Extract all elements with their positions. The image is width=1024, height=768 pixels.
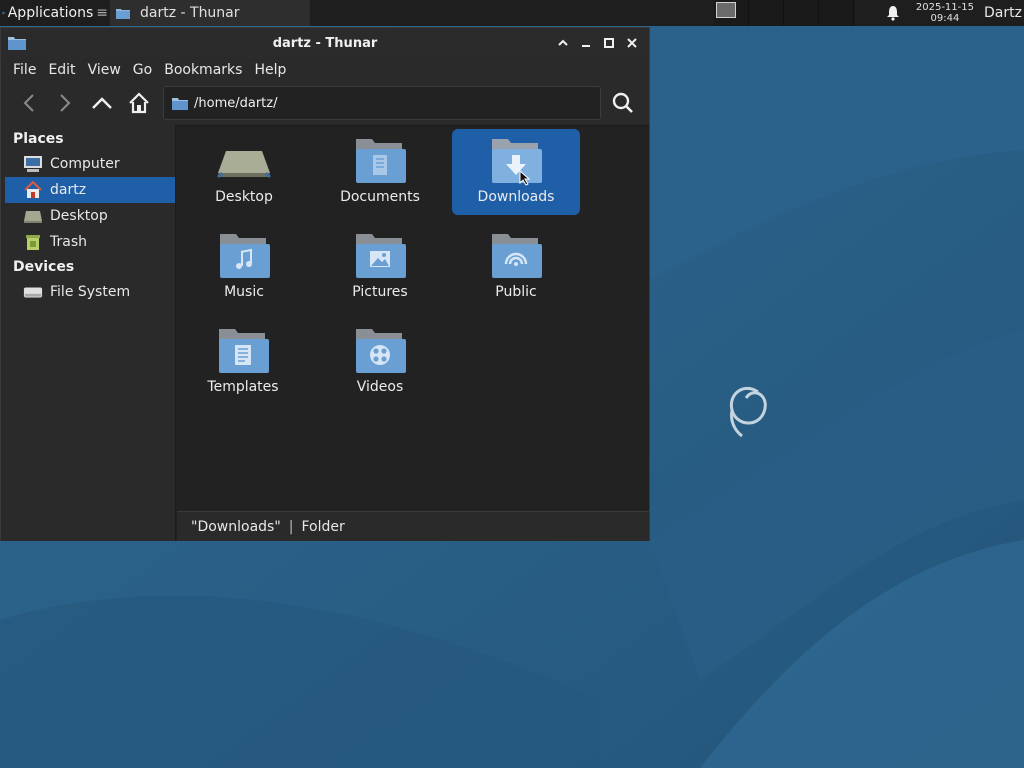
pictures-folder-icon	[356, 234, 406, 278]
shade-button[interactable]	[551, 33, 574, 53]
status-bar: "Downloads" | Folder	[177, 511, 649, 541]
workspace-1[interactable]	[713, 0, 749, 26]
file-item-videos[interactable]: Videos	[316, 319, 444, 405]
file-item-documents[interactable]: Documents	[316, 129, 444, 215]
search-button[interactable]	[609, 89, 637, 117]
clock-time: 09:44	[930, 13, 960, 24]
status-selection-name: "Downloads"	[191, 518, 281, 535]
folder-icon	[116, 9, 130, 19]
menu-go[interactable]: Go	[127, 62, 158, 78]
file-item-label: Templates	[207, 379, 279, 395]
toolbar: /home/dartz/	[1, 82, 649, 124]
chevron-right-icon	[60, 94, 71, 112]
desktop-icon	[23, 207, 43, 225]
menu-edit[interactable]: Edit	[42, 62, 81, 78]
workspace-2[interactable]	[748, 0, 784, 26]
title-bar[interactable]: dartz - Thunar	[1, 28, 649, 58]
location-path: /home/dartz/	[194, 95, 278, 111]
chevron-left-icon	[23, 94, 34, 112]
templates-folder-icon	[219, 329, 269, 373]
forward-button[interactable]	[51, 89, 79, 117]
sidebar-item-label: Trash	[50, 234, 87, 250]
taskbar-thunar-button[interactable]: dartz - Thunar	[110, 0, 310, 26]
status-selection-type: Folder	[301, 518, 345, 535]
sidebar-item-file-system[interactable]: File System	[1, 279, 175, 305]
file-item-music[interactable]: Music	[180, 224, 308, 310]
downloads-folder-icon	[492, 139, 542, 186]
menu-file[interactable]: File	[7, 62, 42, 78]
search-icon	[612, 92, 633, 113]
devices-heading: Devices	[13, 259, 75, 275]
clock[interactable]: 2025-11-15 09:44	[916, 2, 974, 24]
status-separator: |	[288, 518, 294, 535]
file-item-label: Desktop	[215, 189, 273, 205]
sidebar-item-label: Desktop	[50, 208, 108, 224]
videos-folder-icon	[356, 329, 406, 373]
sidebar-item-desktop[interactable]: Desktop	[1, 203, 175, 229]
menu-view[interactable]: View	[82, 62, 127, 78]
file-item-label: Public	[495, 284, 537, 300]
content-area: Places Computer dartz Desktop Trash Devi…	[1, 125, 649, 541]
sidebar-item-dartz[interactable]: dartz	[5, 177, 175, 203]
file-item-label: Videos	[356, 379, 404, 395]
applications-label: Applications	[7, 5, 94, 21]
file-item-desktop[interactable]: Desktop	[180, 129, 308, 215]
top-panel: Applications ≡ dartz - Thunar 2025-11-15…	[0, 0, 1024, 26]
trash-icon	[23, 233, 43, 251]
sidebar-item-trash[interactable]: Trash	[1, 229, 175, 255]
file-item-label: Pictures	[352, 284, 408, 300]
documents-folder-icon	[356, 139, 406, 183]
desktop-folder-icon	[216, 151, 272, 179]
home-icon	[23, 181, 43, 199]
sidebar-item-label: dartz	[50, 182, 87, 198]
file-item-downloads[interactable]: Downloads	[452, 129, 580, 215]
notification-bell-icon[interactable]	[884, 0, 902, 26]
public-folder-icon	[492, 234, 542, 278]
folder-icon	[172, 97, 188, 110]
location-bar[interactable]: /home/dartz/	[163, 86, 601, 120]
file-item-label: Documents	[340, 189, 420, 205]
music-folder-icon	[220, 234, 270, 278]
back-button[interactable]	[15, 89, 43, 117]
computer-icon	[23, 155, 43, 173]
chevron-up-icon	[92, 97, 112, 109]
clock-date: 2025-11-15	[915, 2, 974, 13]
minimize-button[interactable]	[574, 33, 597, 53]
parent-folder-button[interactable]	[88, 89, 116, 117]
sidebar-item-label: File System	[50, 284, 131, 300]
window-folder-icon	[8, 37, 26, 50]
close-button[interactable]	[620, 33, 643, 53]
drive-icon	[23, 283, 43, 301]
user-menu[interactable]: Dartz	[984, 5, 1024, 21]
maximize-button[interactable]	[597, 33, 620, 53]
menu-help[interactable]: Help	[248, 62, 292, 78]
applications-menu-glyph: ≡	[96, 5, 108, 21]
file-item-label: Music	[224, 284, 264, 300]
places-heading: Places	[13, 131, 64, 147]
taskbar-label: dartz - Thunar	[140, 5, 240, 21]
applications-menu-button[interactable]: Applications ≡	[0, 0, 110, 26]
workspace-4[interactable]	[818, 0, 854, 26]
menu-bookmarks[interactable]: Bookmarks	[158, 62, 248, 78]
file-view[interactable]: Desktop Documents Downloads Music Pictur…	[176, 125, 649, 541]
file-item-public[interactable]: Public	[452, 224, 580, 310]
sidebar-item-computer[interactable]: Computer	[1, 151, 175, 177]
workspace-3[interactable]	[783, 0, 819, 26]
home-button[interactable]	[125, 89, 153, 117]
home-icon	[129, 92, 149, 114]
file-item-templates[interactable]: Templates	[179, 319, 307, 405]
menu-bar: File Edit View Go Bookmarks Help	[1, 58, 649, 82]
sidebar-item-label: Computer	[50, 156, 120, 172]
xfce-logo-icon	[2, 11, 5, 15]
window-controls	[551, 33, 643, 53]
sidebar: Places Computer dartz Desktop Trash Devi…	[1, 125, 176, 541]
thunar-window: dartz - Thunar File Edit View Go Bookmar…	[0, 27, 650, 541]
file-item-label: Downloads	[477, 189, 555, 205]
workspace-switcher[interactable]	[713, 0, 854, 26]
file-item-pictures[interactable]: Pictures	[316, 224, 444, 310]
